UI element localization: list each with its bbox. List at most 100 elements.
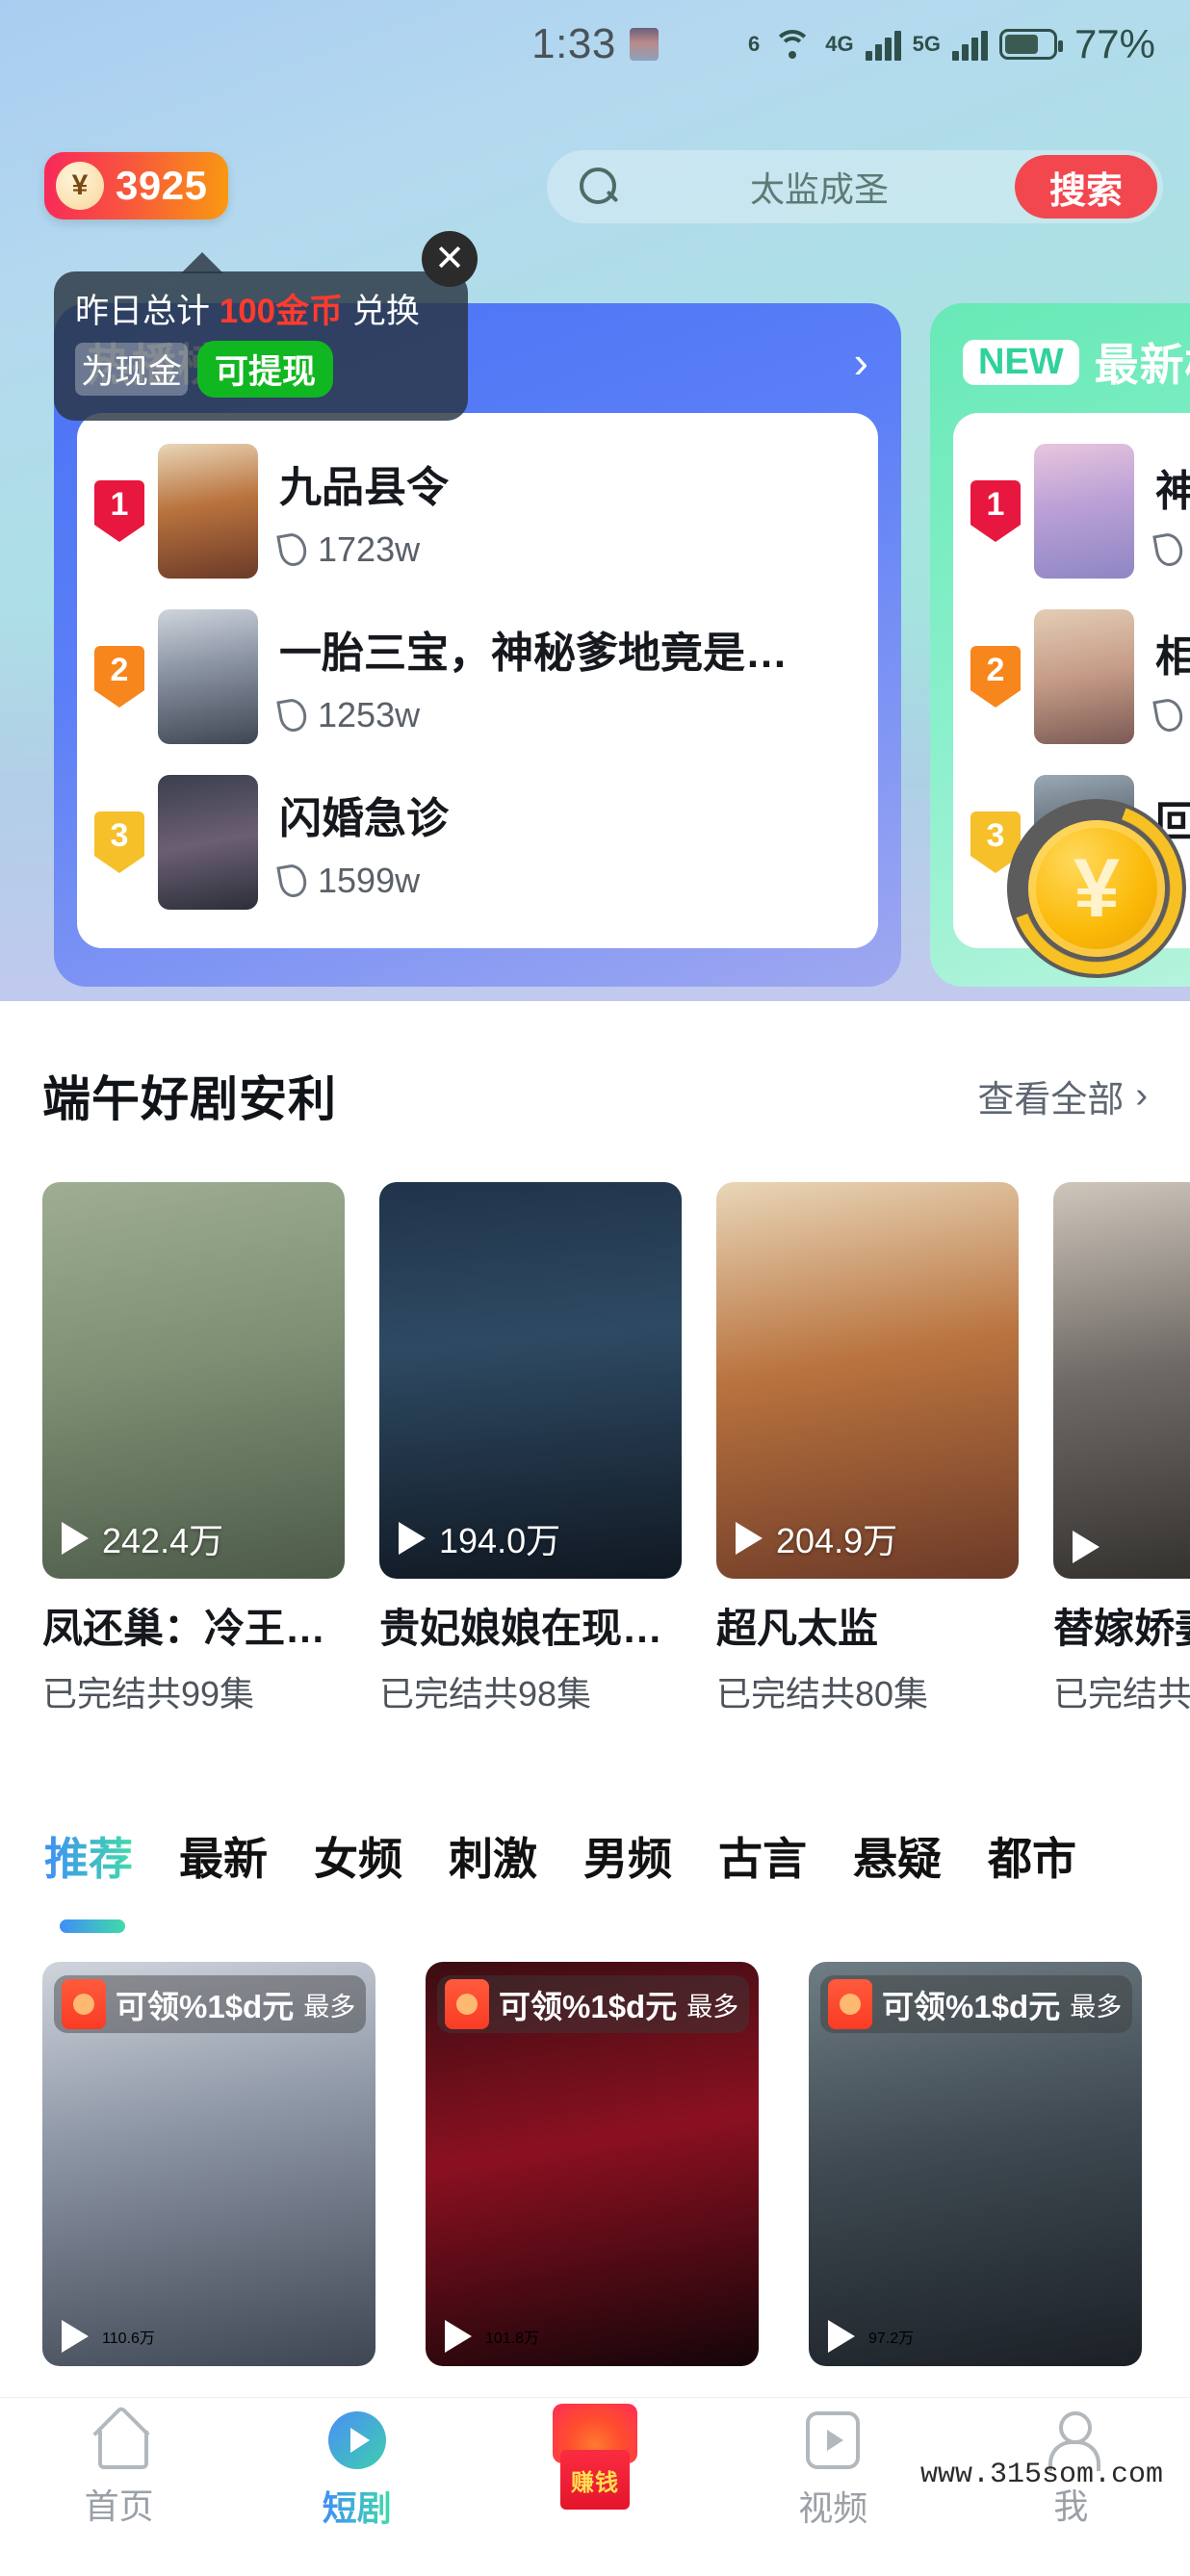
tab-recommend[interactable]: 推荐 xyxy=(44,1824,133,1888)
drama-card[interactable]: 可领%1$d元 最多 101.8万 xyxy=(426,1962,759,2366)
play-icon xyxy=(62,2320,89,2353)
drama-card[interactable]: 242.4万 凤还巢：冷王… 已完结共99集 xyxy=(42,1182,345,1716)
withdrawable-badge: 可提现 xyxy=(197,340,334,398)
tab-newest[interactable]: 最新 xyxy=(179,1824,268,1888)
play-count: 110.6万 xyxy=(102,2331,155,2347)
tab-female[interactable]: 女频 xyxy=(314,1824,402,1888)
tab-thrill[interactable]: 刺激 xyxy=(449,1824,537,1888)
drama-title: 闪婚急诊 xyxy=(279,795,449,842)
heat-row: 1599w xyxy=(276,861,868,901)
reward-amount-label: 可领%1$d元 xyxy=(882,1989,1061,2024)
heat-value: 1599w xyxy=(318,861,421,900)
poster-thumbnail: 194.0万 xyxy=(379,1182,682,1579)
reward-qualifier-label: 最多 xyxy=(686,1992,739,2022)
rank-badge: 1 xyxy=(970,480,1021,542)
poster-thumbnail xyxy=(158,609,258,744)
coin-balance-button[interactable]: ¥ 3925 xyxy=(44,152,229,219)
play-count-overlay xyxy=(1073,1531,1190,1563)
play-count: 242.4万 xyxy=(102,1521,224,1560)
nav-item-shortdrama[interactable]: 短剧 xyxy=(238,2411,476,2531)
battery-percent-label: 77% xyxy=(1074,21,1155,66)
play-icon xyxy=(62,1522,89,1555)
nav-item-home[interactable]: 首页 xyxy=(0,2411,238,2529)
chevron-right-icon[interactable]: › xyxy=(854,336,868,388)
category-tabs-list: 推荐 最新 女频 刺激 男频 古言 悬疑 都市 xyxy=(0,1810,1190,1902)
list-item[interactable]: 2 相思 xyxy=(953,594,1190,760)
status-bar-indicators: 6 4G 5G 77% xyxy=(748,21,1155,67)
home-icon xyxy=(91,2411,148,2469)
nav-item-earn[interactable]: 赚钱 xyxy=(476,2404,713,2512)
play-count-overlay: 242.4万 xyxy=(62,1513,331,1563)
play-icon xyxy=(828,2320,855,2353)
play-icon xyxy=(399,1522,426,1555)
reward-amount-label: 可领%1$d元 xyxy=(499,1989,678,2024)
flame-icon xyxy=(1152,696,1185,734)
flame-icon xyxy=(1152,530,1185,569)
list-item[interactable]: 2 一胎三宝，神秘爹地竟是… 1253w xyxy=(77,594,878,760)
network-1-label: 4G xyxy=(825,32,854,56)
list-item[interactable]: 3 闪婚急诊 1599w xyxy=(77,760,878,925)
reward-badge: 可领%1$d元 最多 xyxy=(54,1975,366,2033)
floating-coin-button[interactable]: ¥ xyxy=(1007,799,1186,978)
search-icon xyxy=(580,167,618,206)
poster-thumbnail xyxy=(1034,609,1134,744)
tab-suspense[interactable]: 悬疑 xyxy=(853,1824,942,1888)
coin-tooltip-cash-text: 为现金 xyxy=(75,342,189,396)
close-icon[interactable]: ✕ xyxy=(422,231,478,287)
search-button[interactable]: 搜索 xyxy=(1014,155,1157,219)
drama-card[interactable]: 204.9万 超凡太监 已完结共80集 xyxy=(716,1182,1019,1716)
page-title: 端午好剧安利 xyxy=(42,1072,337,1126)
drama-carousel[interactable]: 242.4万 凤还巢：冷王… 已完结共99集 194.0万 贵妃娘娘在现… 已完… xyxy=(0,1182,1190,1721)
drama-title: 神医 xyxy=(1155,468,1190,515)
nav-item-video[interactable]: 视频 xyxy=(714,2411,952,2531)
view-all-button[interactable]: 查看全部 › xyxy=(977,1069,1148,1122)
watermark: www.315som.com xyxy=(919,2459,1163,2491)
signal-bars-2-icon xyxy=(951,28,988,61)
rank-badge: 2 xyxy=(970,646,1021,708)
status-bar: 1:33 6 4G 5G 77% xyxy=(0,0,1190,89)
heat-row: 1723w xyxy=(276,529,868,570)
rank-badge: 1 xyxy=(94,480,144,542)
drama-title: 超凡太监 xyxy=(716,1606,879,1651)
coin-balance-value: 3925 xyxy=(116,163,208,208)
ranking-card-list: 1 九品县令 1723w 2 一胎三宝，神秘爹地竟是… 1253w 3 闪婚急诊… xyxy=(77,413,878,948)
chevron-right-icon: › xyxy=(1135,1074,1148,1116)
drama-grid[interactable]: 可领%1$d元 最多 110.6万 可领%1$d元 最多 101.8万 可领%1… xyxy=(0,1962,1190,2376)
rank-badge: 3 xyxy=(94,811,144,873)
tab-ancient[interactable]: 古言 xyxy=(718,1824,807,1888)
reward-badge: 可领%1$d元 最多 xyxy=(820,1975,1132,2033)
list-item[interactable]: 1 九品县令 1723w xyxy=(77,428,878,594)
play-count: 97.2万 xyxy=(868,2331,915,2347)
active-tab-indicator xyxy=(60,1919,125,1933)
coin-tooltip-suffix: 兑换 xyxy=(343,293,420,330)
coin-tooltip-line2: 为现金 可提现 xyxy=(75,340,447,398)
list-item-info: 一胎三宝，神秘爹地竟是… 1253w xyxy=(272,618,868,735)
drama-card[interactable]: 替嫁娇妻 已完结共 xyxy=(1053,1182,1190,1716)
poster-thumbnail: 可领%1$d元 最多 110.6万 xyxy=(42,1962,375,2366)
play-count: 194.0万 xyxy=(439,1521,561,1560)
wifi-icon xyxy=(771,28,814,61)
play-count-overlay: 194.0万 xyxy=(399,1513,668,1563)
ranking-card-header: NEW 最新榜 xyxy=(953,328,1190,396)
coin-icon: ¥ xyxy=(1028,820,1165,957)
drama-card[interactable]: 可领%1$d元 最多 97.2万 xyxy=(809,1962,1142,2366)
tab-urban[interactable]: 都市 xyxy=(988,1824,1076,1888)
list-item[interactable]: 1 神医 xyxy=(953,428,1190,594)
red-envelope-icon xyxy=(828,1979,872,2029)
category-tabs[interactable]: 推荐 最新 女频 刺激 男频 古言 悬疑 都市 xyxy=(0,1810,1190,1916)
heat-value: 1253w xyxy=(318,695,421,734)
reward-amount-label: 可领%1$d元 xyxy=(116,1989,295,2024)
drama-episodes: 已完结共99集 xyxy=(42,1674,255,1713)
list-item-info: 闪婚急诊 1599w xyxy=(272,784,868,901)
drama-card[interactable]: 可领%1$d元 最多 110.6万 xyxy=(42,1962,375,2366)
drama-card[interactable]: 194.0万 贵妃娘娘在现… 已完结共98集 xyxy=(379,1182,682,1716)
nav-label: 赚钱 xyxy=(571,2469,619,2496)
tab-male[interactable]: 男频 xyxy=(583,1824,672,1888)
search-bar[interactable]: 太监成圣 搜索 xyxy=(547,150,1163,223)
drama-title: 一胎三宝，神秘爹地竟是… xyxy=(279,630,788,677)
nav-label: 首页 xyxy=(84,2486,154,2526)
red-envelope-icon xyxy=(62,1979,106,2029)
new-badge: NEW xyxy=(963,339,1079,385)
drama-episodes: 已完结共80集 xyxy=(716,1674,929,1713)
gift-box-icon: 赚钱 xyxy=(549,2404,641,2512)
